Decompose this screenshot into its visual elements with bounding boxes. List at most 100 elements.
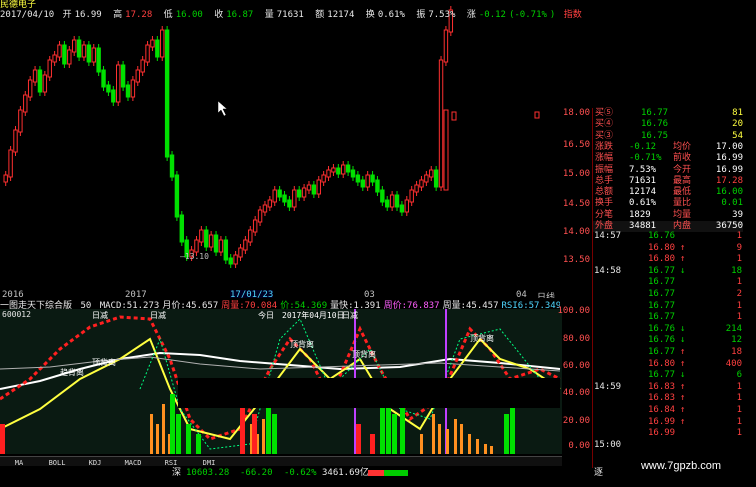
quote-value: 7.53%	[629, 164, 657, 175]
sub-label: 顶背离	[352, 349, 376, 359]
amount-value: 12174	[327, 10, 355, 20]
quote-qty: 54	[732, 130, 743, 141]
quote-label: 最低	[673, 187, 692, 198]
arrow-up-icon: ↑	[680, 254, 686, 265]
tick-volume: 9	[736, 242, 742, 253]
volume-bar	[476, 439, 479, 454]
turnover-value: 0.61%	[377, 10, 405, 20]
tick-price: 16.99	[648, 428, 676, 439]
quote-qty: 81	[732, 108, 743, 118]
quote-value: 16.99	[715, 164, 743, 175]
tick-volume: 1	[736, 405, 742, 415]
stock-name[interactable]: 民德电子	[0, 0, 36, 10]
price-axis: 18.00 16.50 15.00 14.50 14.00 13.50	[562, 100, 592, 300]
candle	[292, 189, 297, 208]
index-pct: -0.62%	[284, 468, 317, 478]
candle	[282, 194, 287, 203]
candle	[169, 154, 175, 178]
candle	[13, 129, 18, 153]
arrow-up-icon: ↑	[680, 393, 686, 404]
quote-label: 振幅	[595, 164, 614, 175]
tick-volume: 1	[736, 254, 742, 265]
indicator-axis: 100.00 80.00 60.00 40.00 20.00 0.00	[557, 300, 592, 460]
tick-time: 14:57	[594, 231, 622, 241]
candle	[23, 94, 28, 113]
tick-row: 16.76 ↓ 12	[592, 335, 742, 347]
price-tick: 13.50	[562, 255, 590, 265]
candle	[257, 209, 263, 223]
candle	[341, 164, 346, 175]
candle	[443, 29, 449, 63]
volume-bar	[460, 424, 463, 454]
indicator-value: 周价:76.837	[383, 301, 440, 309]
candle	[27, 79, 33, 98]
quote-row: 买④ 16.76 20	[593, 119, 743, 130]
candle	[62, 44, 67, 65]
index-amount: 3461.69亿	[322, 468, 369, 478]
tick-volume: 18	[731, 347, 742, 357]
quote-value: 17.28	[715, 175, 743, 186]
candle	[8, 149, 13, 178]
candle	[116, 64, 121, 103]
signal-bar	[504, 414, 509, 454]
indicator-value: 周量:45.457	[442, 301, 499, 309]
indicator-tick: 60.00	[562, 361, 590, 371]
indicator-title[interactable]: 一图走天下综合版	[0, 301, 72, 309]
tick-price: 16.77	[648, 300, 676, 311]
tick-volume: 1	[736, 428, 742, 439]
turnover-label: 换	[365, 10, 375, 20]
candle	[360, 179, 365, 188]
candle	[438, 59, 444, 188]
tick-row: 16.99 1	[592, 428, 742, 440]
indicator-value: RSI6:57.349	[501, 301, 560, 309]
candle	[243, 239, 248, 251]
sub-label: 顶背离	[470, 333, 494, 343]
tick-price: 16.77	[648, 289, 676, 299]
candle	[111, 89, 116, 103]
candle	[228, 257, 233, 265]
index-link[interactable]: 指数	[564, 10, 582, 20]
candle	[86, 44, 92, 63]
low-price-marker: —13.10	[180, 252, 209, 261]
arrow-down-icon: ↓	[680, 335, 686, 346]
tick-time: 15:00	[594, 439, 622, 450]
candle	[67, 49, 72, 65]
quote-value: 39	[732, 209, 743, 220]
price-tick: 14.50	[562, 199, 590, 209]
candle	[262, 204, 268, 213]
quote-value: 16.77	[641, 108, 669, 118]
change-pct-value: -0.71%	[514, 10, 547, 20]
volume-bar	[468, 434, 471, 454]
volume-bar	[162, 404, 165, 454]
candle	[91, 47, 96, 63]
tick-price: 16.76	[648, 231, 676, 241]
change-value: -0.12	[478, 10, 506, 20]
tick-tab[interactable]: 逐	[594, 466, 603, 480]
tick-volume: 1	[736, 277, 742, 288]
tick-list[interactable]: 14:57 16.76 1 16.80 ↑ 9 16.80 ↑ 1 14:58 16.77 ↓ 18 16…	[592, 231, 756, 461]
tick-row: 16.77 1	[592, 301, 742, 313]
candle	[272, 189, 277, 203]
candlestick-chart[interactable]: —13.10	[0, 0, 562, 290]
indicator-value: 量快:1.391	[330, 301, 381, 309]
tick-volume: 12	[731, 335, 742, 346]
index-change: -66.20	[240, 468, 273, 478]
candle	[199, 229, 204, 243]
tick-row: 16.77 ↓ 6	[592, 370, 742, 382]
quote-value: 71631	[629, 175, 657, 186]
tick-row: 14:59 16.83 ↑ 1	[592, 382, 742, 394]
quote-label: 换手	[595, 198, 614, 209]
indicator-header[interactable]: 一图走天下综合版 50 MACD:51.273 月价:45.657 周量:70.08…	[0, 298, 560, 309]
quote-row: 总额 12174 最低 16.00	[593, 187, 743, 198]
tick-volume: 1	[736, 300, 742, 311]
candle	[174, 174, 180, 218]
candle	[345, 164, 351, 173]
tick-row: 16.76 ↓ 214	[592, 324, 742, 336]
breadth-bar	[368, 470, 408, 476]
index-name[interactable]: 深	[172, 466, 181, 480]
quote-value: -0.12	[629, 141, 657, 152]
watermark: www.7gpzb.com	[606, 451, 756, 481]
arrow-down-icon: ↓	[680, 265, 686, 276]
signal-bar	[386, 404, 391, 454]
candle	[160, 29, 165, 58]
